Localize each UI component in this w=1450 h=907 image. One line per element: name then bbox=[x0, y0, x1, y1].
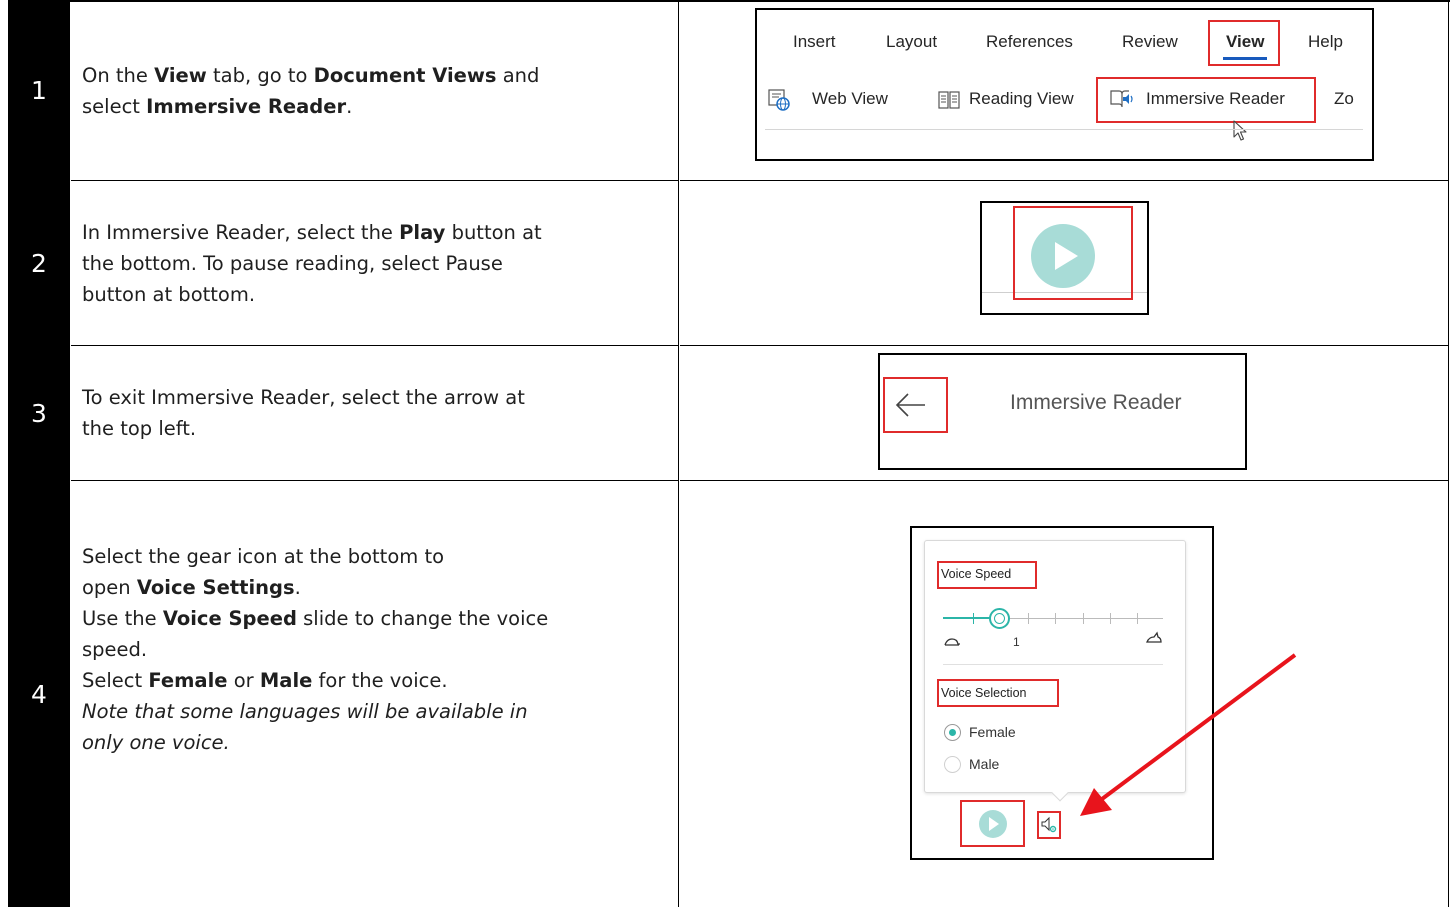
play-button-screenshot bbox=[980, 201, 1149, 315]
text-run: Female bbox=[148, 669, 228, 692]
step-text-line: Note that some languages will be availab… bbox=[82, 696, 548, 727]
text-run: tab, go to bbox=[206, 64, 314, 87]
tab-insert[interactable]: Insert bbox=[793, 32, 836, 52]
text-run: select bbox=[82, 95, 147, 118]
text-run: or bbox=[227, 669, 260, 692]
text-run: for the voice. bbox=[312, 669, 448, 692]
tab-review[interactable]: Review bbox=[1122, 32, 1178, 52]
female-option-label[interactable]: Female bbox=[969, 724, 1016, 740]
tab-references[interactable]: References bbox=[986, 32, 1073, 52]
mouse-cursor-icon bbox=[1233, 120, 1249, 147]
web-view-icon bbox=[768, 89, 790, 116]
female-radio[interactable] bbox=[944, 724, 961, 741]
step-text-line: Use the Voice Speed slide to change the … bbox=[82, 603, 548, 634]
text-run: the bottom. To pause reading, select Pau… bbox=[82, 251, 503, 275]
male-radio[interactable] bbox=[944, 756, 961, 773]
immersive-reader-highlight bbox=[1096, 77, 1316, 123]
pointer-arrow-icon bbox=[1080, 653, 1297, 816]
text-run: Male bbox=[259, 669, 313, 692]
tab-layout[interactable]: Layout bbox=[886, 32, 937, 52]
step-text-line: On the View tab, go to Document Views an… bbox=[82, 60, 539, 91]
bottom-play-icon[interactable] bbox=[978, 809, 1008, 843]
text-run: slide to change the voice bbox=[296, 607, 549, 630]
step-text-line: select Immersive Reader. bbox=[82, 91, 539, 122]
step-text-cell: Select the gear icon at the bottom to ope… bbox=[71, 481, 679, 907]
step-text-line: open Voice Settings. bbox=[82, 572, 548, 603]
slow-turtle-icon bbox=[943, 633, 961, 652]
voice-speed-slider[interactable] bbox=[943, 608, 1163, 629]
step-number: 3 bbox=[31, 399, 47, 428]
text-run: button at bbox=[445, 220, 542, 244]
text-run: Document Views bbox=[313, 64, 497, 87]
step-text: On the View tab, go to Document Views an… bbox=[82, 60, 539, 122]
zoom-button-partial[interactable]: Zo bbox=[1334, 89, 1354, 109]
step-number-cell: 3 bbox=[8, 346, 70, 481]
fast-rabbit-icon bbox=[1145, 630, 1163, 649]
step-text-line: To exit Immersive Reader, select the arr… bbox=[82, 382, 525, 413]
text-run: . bbox=[346, 95, 353, 118]
text-run: In Immersive Reader, select the bbox=[82, 220, 400, 244]
word-ribbon-screenshot: Insert Layout References Review View Hel… bbox=[755, 8, 1374, 161]
step-text-line: the top left. bbox=[82, 413, 525, 444]
step-text-cell: On the View tab, go to Document Views an… bbox=[71, 0, 679, 181]
text-run: On the bbox=[82, 64, 155, 87]
text-run: the top left. bbox=[82, 417, 197, 440]
step-text-cell: In Immersive Reader, select the Play but… bbox=[71, 181, 679, 346]
step-text-line: button at bottom. bbox=[82, 279, 542, 310]
web-view-button[interactable]: Web View bbox=[812, 89, 888, 109]
text-run: and bbox=[496, 64, 540, 87]
step-text-line: speed. bbox=[82, 634, 548, 665]
step-number: 4 bbox=[31, 679, 47, 709]
text-run: Select bbox=[82, 669, 149, 692]
male-option-label[interactable]: Male bbox=[969, 756, 999, 772]
step-text-line: only one voice. bbox=[82, 727, 548, 758]
reading-view-icon bbox=[938, 90, 960, 115]
text-run: Note that some languages will be availab… bbox=[82, 700, 528, 723]
text-run: To exit Immersive Reader, select the arr… bbox=[82, 386, 525, 409]
step-text: In Immersive Reader, select the Play but… bbox=[82, 217, 542, 310]
step-text-cell: To exit Immersive Reader, select the arr… bbox=[71, 346, 679, 481]
view-tab-highlight bbox=[1208, 20, 1280, 66]
text-run: Immersive Reader bbox=[146, 95, 347, 118]
step-text-line: Select the gear icon at the bottom to bbox=[82, 541, 548, 572]
step-number: 2 bbox=[31, 249, 47, 278]
ribbon-divider bbox=[765, 129, 1363, 130]
tab-help[interactable]: Help bbox=[1308, 32, 1343, 52]
text-run: only one voice. bbox=[82, 731, 230, 754]
step-text-line: Select Female or Male for the voice. bbox=[82, 665, 548, 696]
step-number: 1 bbox=[31, 76, 47, 105]
text-run: Voice Speed bbox=[162, 607, 297, 630]
voice-speed-highlight bbox=[937, 561, 1037, 589]
text-run: View bbox=[154, 64, 207, 87]
step-text-line: In Immersive Reader, select the Play but… bbox=[82, 217, 542, 248]
voice-settings-gear-icon[interactable] bbox=[1041, 816, 1058, 838]
text-run: speed. bbox=[82, 638, 148, 661]
play-button-highlight bbox=[1013, 206, 1133, 300]
step-number-cell: 1 bbox=[8, 0, 70, 181]
reading-view-button[interactable]: Reading View bbox=[969, 89, 1074, 109]
text-run: Voice Settings bbox=[136, 576, 295, 599]
voice-selection-highlight bbox=[937, 679, 1059, 707]
text-run: Play bbox=[399, 220, 446, 244]
voice-speed-value: 1 bbox=[1013, 635, 1020, 649]
step-text-line: the bottom. To pause reading, select Pau… bbox=[82, 248, 542, 279]
back-arrow-highlight bbox=[883, 377, 948, 433]
step-text: Select the gear icon at the bottom to ope… bbox=[82, 541, 548, 758]
step-text: To exit Immersive Reader, select the arr… bbox=[82, 382, 525, 444]
text-run: button at bottom. bbox=[82, 282, 256, 306]
text-run: . bbox=[294, 576, 301, 599]
step-number-cell: 4 bbox=[8, 481, 70, 907]
text-run: Select the gear icon at the bottom to bbox=[82, 545, 445, 568]
immersive-reader-title: Immersive Reader bbox=[1010, 391, 1182, 414]
step-number-cell: 2 bbox=[8, 181, 70, 346]
slider-thumb[interactable] bbox=[989, 608, 1010, 629]
text-run: open bbox=[82, 576, 137, 599]
text-run: Use the bbox=[82, 607, 163, 630]
step-row: 2 In Immersive Reader, select the Play b… bbox=[0, 181, 1450, 346]
immersive-reader-header-screenshot: Immersive Reader bbox=[878, 353, 1247, 470]
